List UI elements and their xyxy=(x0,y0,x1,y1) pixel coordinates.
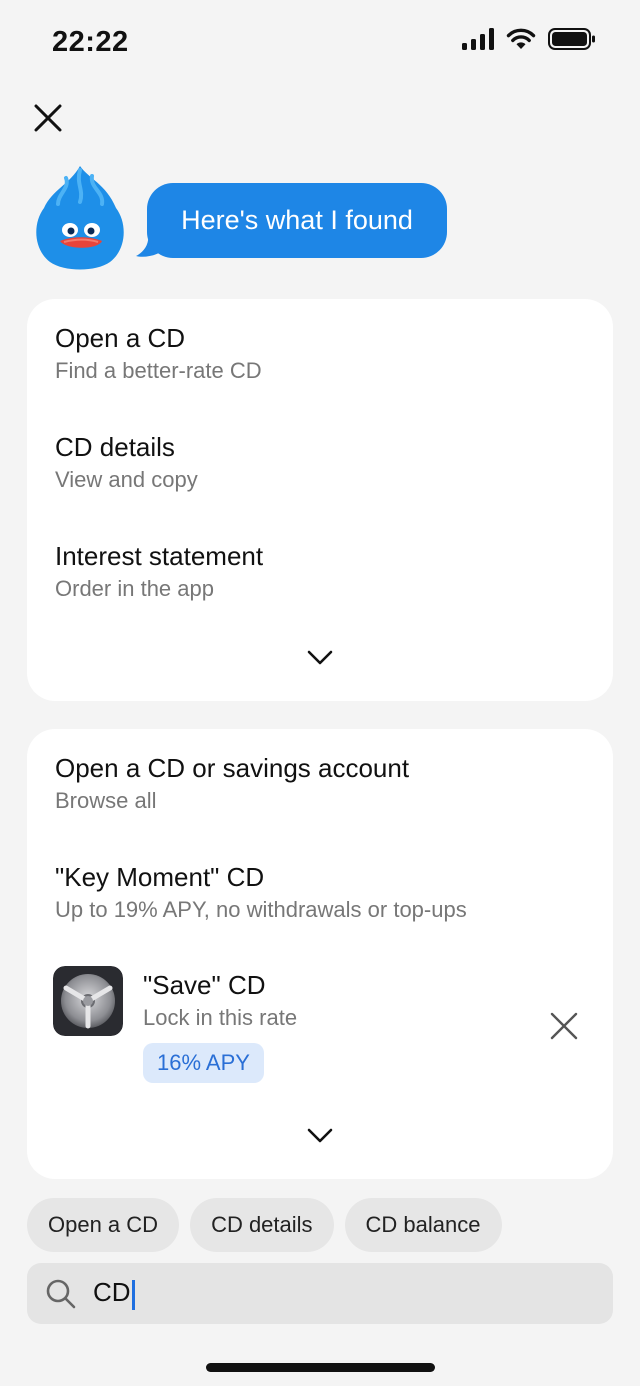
result-key-moment-cd[interactable]: "Key Moment" CD Up to 19% APY, no withdr… xyxy=(55,861,467,925)
result-subtitle: Browse all xyxy=(55,788,157,813)
result-title: Open a CD xyxy=(55,323,186,353)
chevron-down-icon[interactable] xyxy=(306,1127,334,1145)
chevron-down-icon[interactable] xyxy=(306,649,334,667)
suggestion-chips: Open a CD CD details CD balance xyxy=(27,1198,502,1252)
apy-badge: 16% APY xyxy=(143,1043,264,1083)
safe-icon xyxy=(53,966,123,1036)
chip-open-cd[interactable]: Open a CD xyxy=(27,1198,180,1252)
result-subtitle: Find a better-rate CD xyxy=(55,358,262,383)
mascot-icon xyxy=(36,166,124,270)
assistant-message: Here's what I found xyxy=(147,183,447,258)
result-open-cd-or-savings[interactable]: Open a CD or savings account Browse all xyxy=(55,752,409,816)
chip-cd-details[interactable]: CD details xyxy=(190,1198,334,1252)
wifi-icon xyxy=(506,28,536,49)
battery-icon xyxy=(548,28,595,50)
result-subtitle: Up to 19% APY, no withdrawals or top-ups xyxy=(55,897,467,922)
text-caret xyxy=(131,1279,135,1310)
search-icon xyxy=(46,1279,76,1308)
results-card-1: Open a CD Find a better-rate CD CD detai… xyxy=(27,299,613,701)
home-indicator xyxy=(206,1363,435,1372)
chip-cd-balance[interactable]: CD balance xyxy=(344,1198,502,1252)
result-subtitle: Lock in this rate xyxy=(143,1005,298,1030)
result-interest-statement[interactable]: Interest statement Order in the app xyxy=(55,540,263,604)
close-icon[interactable] xyxy=(30,100,66,136)
result-open-cd[interactable]: Open a CD Find a better-rate CD xyxy=(55,322,262,386)
result-title: "Save" CD xyxy=(143,970,266,1000)
result-cd-details[interactable]: CD details View and copy xyxy=(55,431,198,495)
status-time: 22:22 xyxy=(52,26,129,58)
close-icon[interactable] xyxy=(549,1011,579,1041)
result-title: CD details xyxy=(55,432,175,462)
result-title: Interest statement xyxy=(55,541,264,571)
result-subtitle: Order in the app xyxy=(55,576,214,601)
status-icons xyxy=(462,28,596,50)
status-bar: 22:22 xyxy=(0,0,640,86)
results-card-2: Open a CD or savings account Browse all … xyxy=(27,729,613,1179)
result-subtitle: View and copy xyxy=(55,467,198,492)
result-title: Open a CD or savings account xyxy=(55,753,410,783)
search-input[interactable]: CD xyxy=(27,1263,613,1324)
result-save-cd[interactable]: "Save" CD Lock in this rate 16% APY xyxy=(143,969,297,1083)
signal-icon xyxy=(462,28,494,50)
result-title: "Key Moment" CD xyxy=(55,862,265,892)
search-value: CD xyxy=(93,1277,135,1310)
